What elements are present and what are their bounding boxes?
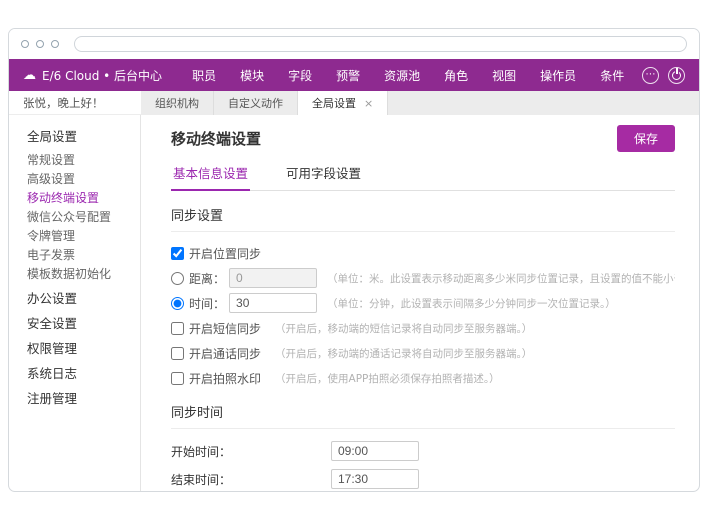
sidebar-item-template-data-init[interactable]: 模板数据初始化 [27, 266, 140, 282]
nav-item-operator[interactable]: 操作员 [540, 67, 576, 84]
tab-close-icon[interactable]: × [364, 97, 373, 110]
window-control-dot-2[interactable] [36, 40, 44, 48]
doc-tab-label: 全局设置 [312, 95, 356, 111]
header-actions: ⋯ [642, 67, 685, 84]
sidebar-item-general-settings[interactable]: 常规设置 [27, 152, 140, 168]
sync-settings-heading: 同步设置 [171, 205, 675, 232]
more-icon[interactable]: ⋯ [642, 67, 659, 84]
distance-row: 距离： （单位：米。此设置表示移动距离多少米同步位置记录，且设置的值不能小于10… [171, 268, 675, 288]
cloud-icon: ☁ [23, 69, 36, 82]
sidebar-item-token-management[interactable]: 令牌管理 [27, 228, 140, 244]
power-glyph-icon [672, 71, 681, 80]
nav-item-module[interactable]: 模块 [240, 67, 264, 84]
doc-tab-label: 自定义动作 [228, 95, 283, 111]
top-nav: 职员 模块 字段 预警 资源池 角色 视图 操作员 条件 [192, 67, 624, 84]
url-bar[interactable] [74, 36, 687, 52]
app-header: ☁ E/6 Cloud • 后台中心 职员 模块 字段 预警 资源池 角色 视图… [9, 59, 699, 91]
sidebar-item-e-invoice[interactable]: 电子发票 [27, 247, 140, 263]
sms-sync-hint: （开启后，移动端的短信记录将自动同步至服务器端。） [275, 321, 532, 336]
doc-tab-label: 组织机构 [155, 95, 199, 111]
sidebar-section-security-settings[interactable]: 安全设置 [27, 316, 140, 332]
main-content: 移动终端设置 保存 基本信息设置 可用字段设置 同步设置 开启位置同步 距离： … [141, 115, 699, 491]
window-control-dot-1[interactable] [21, 40, 29, 48]
sidebar-section-register-management[interactable]: 注册管理 [27, 391, 140, 407]
tab-basic-info-settings[interactable]: 基本信息设置 [171, 158, 250, 191]
photo-watermark-label: 开启拍照水印 [189, 370, 261, 387]
call-sync-hint: （开启后，移动端的通话记录将自动同步至服务器端。） [275, 346, 532, 361]
location-sync-label: 开启位置同步 [189, 245, 261, 262]
brand-text: E/6 Cloud • 后台中心 [42, 67, 162, 84]
sms-sync-label: 开启短信同步 [189, 320, 261, 337]
window-control-dot-3[interactable] [51, 40, 59, 48]
photo-watermark-hint: （开启后，使用APP拍照必须保存拍照者描述。） [275, 371, 500, 386]
time-radio[interactable] [171, 297, 184, 310]
document-tabstrip: 组织机构 自定义动作 全局设置 × [141, 91, 699, 115]
sidebar-section-office-settings[interactable]: 办公设置 [27, 291, 140, 307]
photo-watermark-checkbox[interactable] [171, 372, 184, 385]
brand-logo: ☁ E/6 Cloud • 后台中心 [23, 67, 162, 84]
sidebar: 全局设置 常规设置 高级设置 移动终端设置 微信公众号配置 令牌管理 电子发票 … [9, 115, 141, 491]
end-time-label: 结束时间： [171, 471, 331, 488]
page-title: 移动终端设置 [171, 128, 261, 149]
call-sync-label: 开启通话同步 [189, 345, 261, 362]
power-icon[interactable] [668, 67, 685, 84]
sync-time-heading: 同步时间 [171, 402, 675, 429]
sidebar-section-permission-management[interactable]: 权限管理 [27, 341, 140, 357]
content-tabs: 基本信息设置 可用字段设置 [171, 158, 675, 191]
sms-sync-checkbox[interactable] [171, 322, 184, 335]
doc-tab-organization[interactable]: 组织机构 [141, 91, 214, 115]
sidebar-section-global-settings[interactable]: 全局设置 [27, 129, 140, 145]
body-row: 全局设置 常规设置 高级设置 移动终端设置 微信公众号配置 令牌管理 电子发票 … [9, 115, 699, 491]
nav-item-alert[interactable]: 预警 [336, 67, 360, 84]
distance-input[interactable] [229, 268, 317, 288]
distance-label: 距离： [189, 270, 225, 287]
distance-radio[interactable] [171, 272, 184, 285]
start-time-row: 开始时间： [171, 440, 675, 462]
call-sync-row: 开启通话同步 （开启后，移动端的通话记录将自动同步至服务器端。） [171, 343, 675, 363]
nav-item-staff[interactable]: 职员 [192, 67, 216, 84]
sidebar-item-wechat-official-config[interactable]: 微信公众号配置 [27, 209, 140, 225]
photo-watermark-row: 开启拍照水印 （开启后，使用APP拍照必须保存拍照者描述。） [171, 368, 675, 388]
nav-item-field[interactable]: 字段 [288, 67, 312, 84]
doc-tab-custom-actions[interactable]: 自定义动作 [214, 91, 298, 115]
location-sync-checkbox[interactable] [171, 247, 184, 260]
sidebar-section-system-log[interactable]: 系统日志 [27, 366, 140, 382]
time-interval-input[interactable] [229, 293, 317, 313]
time-hint: （单位：分钟，此设置表示间隔多少分钟同步一次位置记录。） [327, 296, 616, 311]
start-time-label: 开始时间： [171, 443, 331, 460]
subheader: 张悦，晚上好！ 组织机构 自定义动作 全局设置 × [9, 91, 699, 115]
start-time-input[interactable] [331, 441, 419, 461]
tab-available-field-settings[interactable]: 可用字段设置 [284, 158, 363, 190]
nav-item-condition[interactable]: 条件 [600, 67, 624, 84]
location-sync-row: 开启位置同步 [171, 243, 675, 263]
browser-chrome [9, 29, 699, 59]
end-time-input[interactable] [331, 469, 419, 489]
sidebar-item-mobile-terminal-settings[interactable]: 移动终端设置 [27, 190, 140, 206]
distance-hint: （单位：米。此设置表示移动距离多少米同步位置记录，且设置的值不能小于100。） [327, 271, 675, 286]
call-sync-checkbox[interactable] [171, 347, 184, 360]
nav-item-role[interactable]: 角色 [444, 67, 468, 84]
content-header: 移动终端设置 保存 [171, 125, 675, 152]
sms-sync-row: 开启短信同步 （开启后，移动端的短信记录将自动同步至服务器端。） [171, 318, 675, 338]
nav-item-resource-pool[interactable]: 资源池 [384, 67, 420, 84]
sidebar-item-advanced-settings[interactable]: 高级设置 [27, 171, 140, 187]
doc-tab-global-settings[interactable]: 全局设置 × [298, 91, 388, 115]
time-label: 时间： [189, 295, 225, 312]
save-button[interactable]: 保存 [617, 125, 675, 152]
end-time-row: 结束时间： [171, 468, 675, 490]
nav-item-view[interactable]: 视图 [492, 67, 516, 84]
greeting: 张悦，晚上好！ [9, 91, 141, 115]
time-interval-row: 时间： （单位：分钟，此设置表示间隔多少分钟同步一次位置记录。） [171, 293, 675, 313]
browser-window: ☁ E/6 Cloud • 后台中心 职员 模块 字段 预警 资源池 角色 视图… [8, 28, 700, 492]
